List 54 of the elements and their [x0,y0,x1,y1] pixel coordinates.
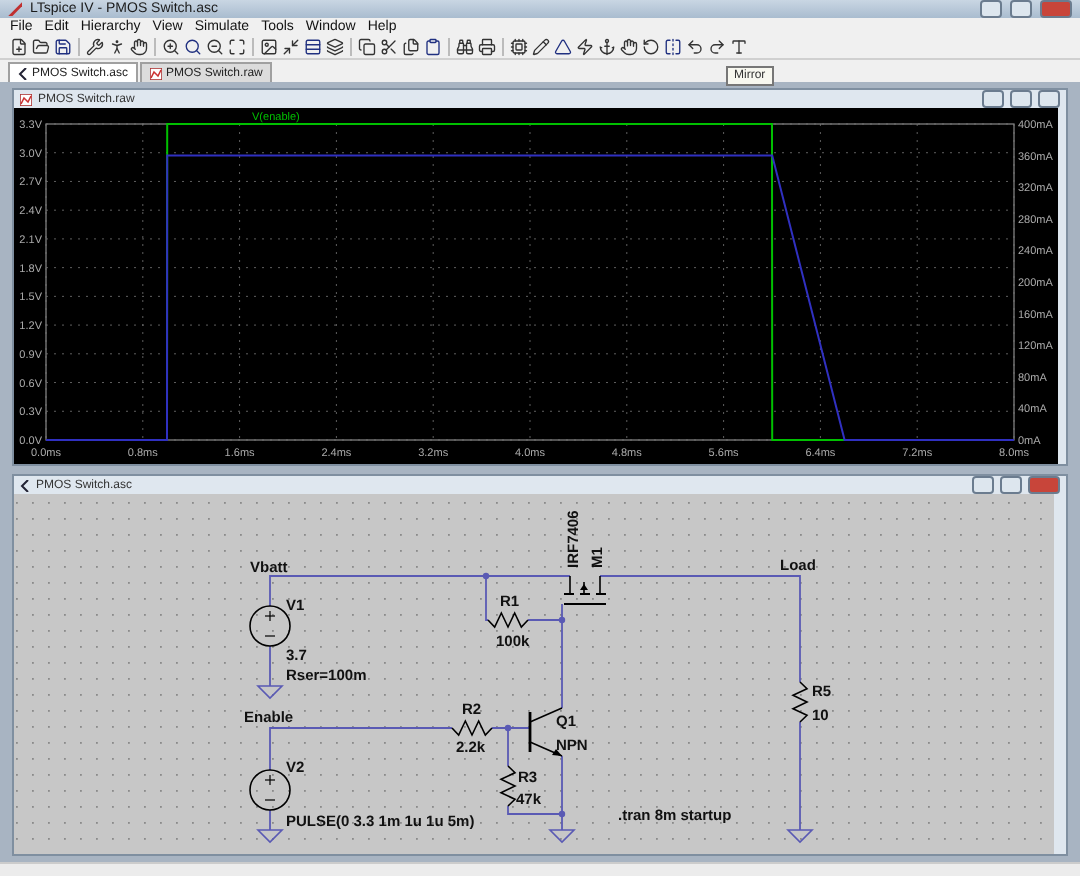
mosfet-symbol [563,575,607,606]
scissors-icon[interactable] [380,38,398,57]
chip-icon[interactable] [510,38,528,57]
mirror-icon[interactable] [664,38,682,57]
wire [269,645,271,688]
printer-icon[interactable] [478,38,496,57]
pencil-icon[interactable] [532,38,550,57]
maximize-button[interactable] [1010,90,1032,109]
image-icon[interactable] [260,38,278,57]
wire [269,809,271,832]
junction-dot [504,725,512,732]
ground-icon[interactable] [554,38,572,57]
zoom-fit-icon[interactable] [228,38,246,57]
hand-icon[interactable] [130,38,148,57]
new-file-icon[interactable] [10,38,28,57]
wire [799,721,801,832]
rotate-icon[interactable] [642,38,660,57]
shrink-icon[interactable] [282,38,300,57]
minimize-button[interactable] [982,90,1004,109]
junction-dot [558,811,566,818]
resistor-symbol [791,681,809,724]
close-button[interactable] [1038,90,1060,109]
ground-symbol [256,829,284,844]
redo-icon[interactable] [708,38,726,57]
resistor-symbol [487,611,529,630]
junction-dot [558,617,566,624]
binoculars-icon[interactable] [456,38,474,57]
search-icon[interactable] [184,38,202,57]
folder-icon[interactable] [32,38,50,57]
wrench-icon[interactable] [86,38,104,57]
schematic-icon [20,479,30,492]
cascade-icon[interactable] [326,38,344,57]
save-icon[interactable] [54,38,72,57]
copy-icon[interactable] [358,38,376,57]
resistor-symbol [499,765,517,808]
zoom-in-icon[interactable] [162,38,180,57]
clipboard-icon[interactable] [424,38,442,57]
window-tile-icon[interactable] [304,38,322,57]
duplicate-icon[interactable] [402,38,420,57]
waveform-icon [20,93,32,106]
junction-dot [482,573,490,580]
voltage-source-symbol [249,769,291,812]
drag-hand-icon[interactable] [620,38,638,57]
ground-symbol [256,685,284,700]
waveform-icon [150,67,163,80]
zoom-out-icon[interactable] [206,38,224,57]
anchor-icon[interactable] [598,38,616,57]
ground-symbol [548,829,576,844]
undo-icon[interactable] [686,38,704,57]
app-icon [8,2,22,17]
schematic-icon [18,67,28,80]
resistor-symbol [451,719,493,738]
text-icon[interactable] [730,38,748,57]
ground-symbol [786,829,814,844]
